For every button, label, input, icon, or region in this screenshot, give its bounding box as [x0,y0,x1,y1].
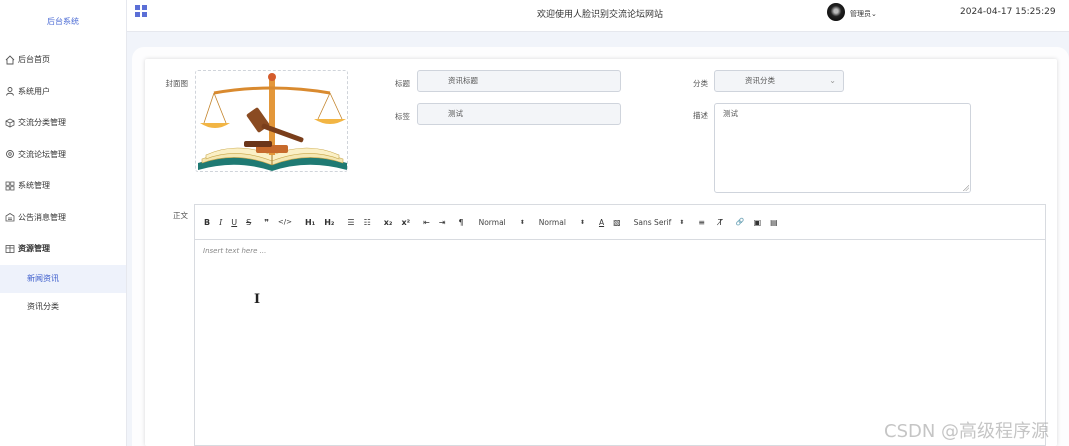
sidebar-item-label: 公告消息管理 [18,212,66,222]
desc-label: 描述 [693,111,708,120]
sidebar-item-home[interactable]: 后台首页 [0,44,126,76]
home-icon [5,55,15,65]
sidebar-item-label: 后台首页 [18,55,50,65]
header-select[interactable]: Normal ⬍ [539,218,585,227]
font-select[interactable]: Sans Serif ⬍ [634,218,685,227]
notice-icon [5,212,15,222]
updown-icon: ⬍ [579,218,585,226]
sidebar-item-label: 系统管理 [18,181,50,191]
sidebar-subitem-news[interactable]: 新闻资讯 [0,264,126,293]
updown-icon: ⬍ [679,218,685,226]
user-menu[interactable]: 管理员⌄ [850,9,877,19]
text-direction-button[interactable]: ¶ [459,218,464,227]
header-select-value: Normal [538,217,566,227]
clear-format-button[interactable]: T̸ [718,218,723,227]
menu-grid-icon[interactable] [135,5,147,17]
category-value: 资讯分类 [745,76,775,85]
sidebar-item-resources[interactable]: 资源管理 [0,233,126,265]
cover-image-upload[interactable] [195,70,348,172]
sidebar-subitem-news-category[interactable]: 资讯分类 [0,293,126,321]
justice-scale-icon [198,73,347,171]
quote-button[interactable]: ❞ [264,218,269,227]
datetime: 2024-04-17 15:25:29 [960,7,1056,17]
user-name: 管理员 [850,10,871,18]
background-color-button[interactable]: ▧ [613,218,621,227]
sidebar-item-forum[interactable]: 交流论坛管理 [0,139,126,171]
desc-value: 测试 [723,109,738,118]
align-icon: ≡ [698,217,705,227]
editor-toolbar: B I U S ❞ </> H₁ H₂ ☰ ☷ x₂ x² ⇤ ⇥ ¶ Norm… [195,205,1045,240]
italic-button[interactable]: I [219,218,222,227]
sidebar-item-users[interactable]: 系统用户 [0,76,126,108]
outdent-button[interactable]: ⇤ [423,218,430,227]
link-button[interactable]: 🔗 [736,218,745,226]
body-label: 正文 [173,211,188,220]
size-select[interactable]: Normal ⬍ [479,218,525,227]
size-select-value: Normal [478,217,506,227]
sidebar-item-label: 交流论坛管理 [18,149,66,159]
updown-icon: ⬍ [519,218,525,226]
title-label: 标题 [395,79,410,88]
tag-label: 标签 [395,112,410,121]
title-input[interactable]: 资讯标题 [417,70,621,92]
code-button[interactable]: </> [278,218,292,226]
table-icon [5,244,15,254]
indent-button[interactable]: ⇥ [439,218,446,227]
superscript-button[interactable]: x² [401,218,410,227]
resize-handle[interactable] [963,185,969,191]
font-select-value: Sans Serif [633,217,672,227]
bold-button[interactable]: B [204,218,210,227]
category-select[interactable]: 资讯分类 ⌄ [714,70,844,92]
editor-placeholder: Insert text here ... [203,247,267,255]
grid-icon [5,181,15,191]
sidebar-item-category[interactable]: 交流分类管理 [0,107,126,139]
box-icon [5,118,15,128]
video-button[interactable]: ▤ [770,218,778,227]
desc-textarea[interactable]: 测试 [714,103,971,193]
editor-body[interactable]: Insert text here ... I [195,240,1045,445]
chevron-down-icon: ⌄ [829,76,836,85]
strike-button[interactable]: S [246,218,251,227]
sidebar-item-notice[interactable]: 公告消息管理 [0,202,126,234]
text-cursor-icon: I [254,292,261,307]
bullet-list-button[interactable]: ☷ [364,218,371,227]
underline-button[interactable]: U [231,218,237,227]
sidebar-item-system[interactable]: 系统管理 [0,170,126,202]
brand-title: 后台系统 [47,17,79,26]
sidebar-item-label: 系统用户 [18,86,50,96]
cover-label: 封面图 [165,79,189,88]
subscript-button[interactable]: x₂ [384,218,393,227]
sidebar: 后台系统 后台首页 系统用户 交流分类管理 交流论坛管理 系统管理 公告消息管理… [0,0,127,446]
chevron-down-icon: ⌄ [871,10,877,18]
h1-button[interactable]: H₁ [305,218,315,227]
sidebar-item-label: 交流分类管理 [18,118,66,128]
watermark: CSDN @高级程序源 [884,421,1050,442]
ordered-list-button[interactable]: ☰ [347,218,354,227]
welcome-title: 欢迎使用人脸识别交流论坛网站 [537,10,664,20]
avatar[interactable] [827,3,845,21]
sidebar-item-label: 资源管理 [18,244,50,254]
gear-icon [5,149,15,159]
font-color-button[interactable]: A [599,218,604,227]
user-icon [5,86,15,96]
image-button[interactable]: ▣ [754,218,762,227]
tag-input[interactable]: 测试 [417,103,621,125]
category-label: 分类 [693,79,708,88]
h2-button[interactable]: H₂ [324,218,334,227]
rich-text-editor: B I U S ❞ </> H₁ H₂ ☰ ☷ x₂ x² ⇤ ⇥ ¶ Norm… [194,204,1046,446]
align-button[interactable]: ≡ [698,218,705,227]
top-bar: 欢迎使用人脸识别交流论坛网站 管理员⌄ 2024-04-17 15:25:29 [127,0,1069,32]
